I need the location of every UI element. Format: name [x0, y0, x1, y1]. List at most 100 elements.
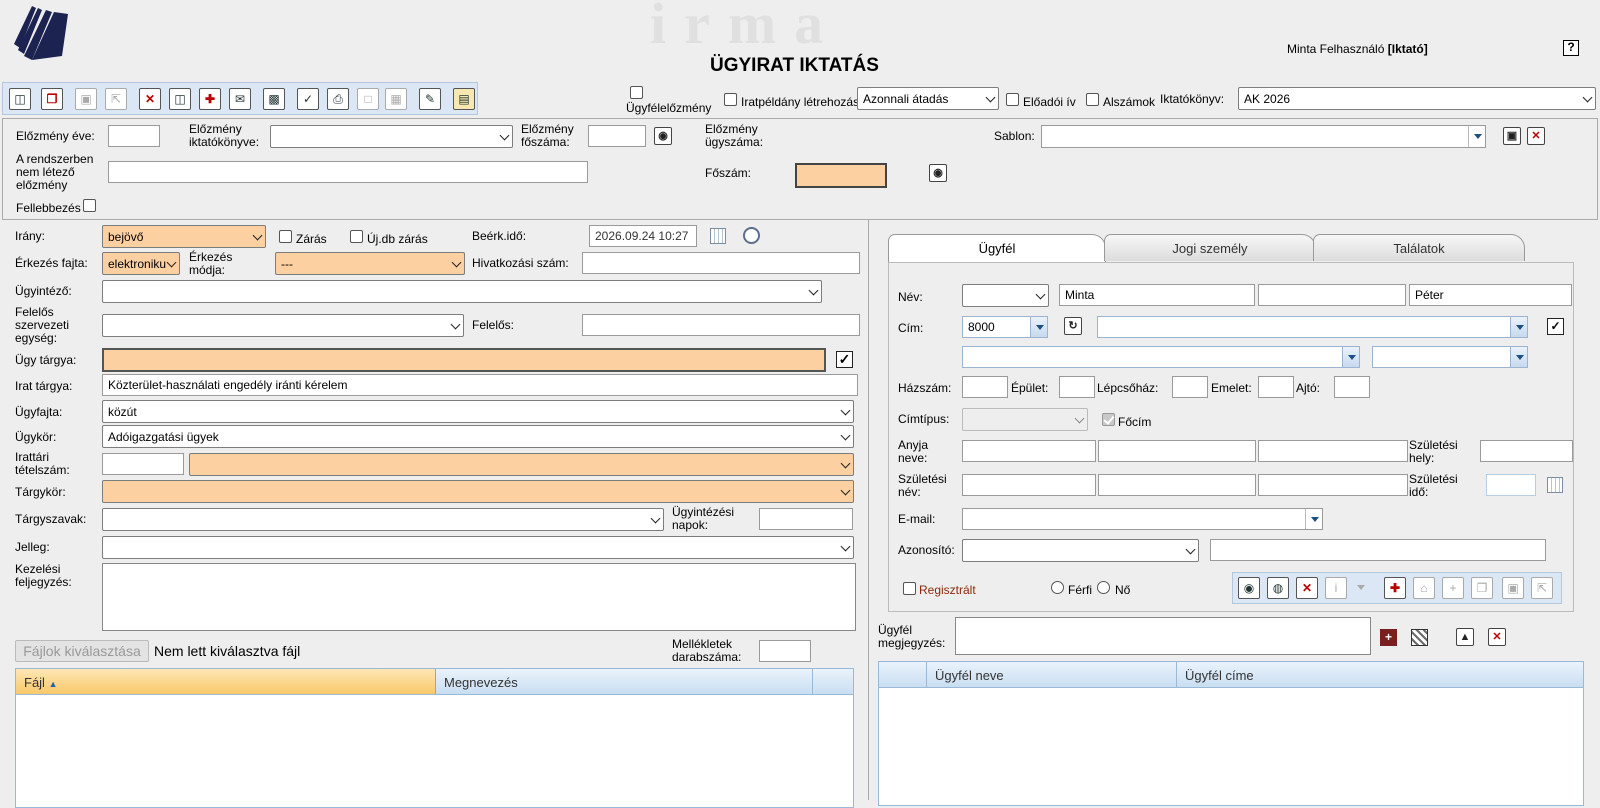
help-button[interactable]: ?	[1563, 40, 1579, 56]
ugyfajta-select[interactable]: közút	[102, 400, 854, 423]
client-clear-icon[interactable]: ✕	[1296, 577, 1318, 599]
emelet-input[interactable]	[1258, 376, 1294, 398]
client-copy-disabled-icon[interactable]: ❐	[1471, 577, 1493, 599]
zaras-checkbox[interactable]	[279, 230, 292, 243]
city-dropdown-icon[interactable]	[1510, 317, 1527, 337]
column-ugyfel-neve[interactable]: Ügyfél neve	[927, 662, 1177, 687]
client-export-disabled-icon[interactable]: ⇱	[1531, 577, 1553, 599]
anyja-neve-input-3[interactable]	[1258, 440, 1408, 462]
save-disabled-icon[interactable]: ▣	[75, 88, 97, 110]
tab-ugyfel[interactable]: Ügyfél	[888, 234, 1106, 262]
hivatkozasi-szam-input[interactable]	[582, 252, 860, 274]
regisztralt-checkbox[interactable]	[903, 582, 916, 595]
irattari-input[interactable]	[102, 453, 184, 475]
epulet-input[interactable]	[1059, 376, 1095, 398]
atadas-select[interactable]: Azonnali átadás	[857, 87, 999, 110]
sablon-input[interactable]	[1041, 125, 1486, 148]
lepcsohaz-input[interactable]	[1172, 376, 1208, 398]
client-add-address-disabled-icon[interactable]: +	[1442, 577, 1464, 599]
ugykor-select[interactable]: Adóigazgatási ügyek	[102, 425, 854, 448]
tab-jogi-szemely[interactable]: Jogi személy	[1104, 234, 1316, 261]
ugyfelelozmeny-checkbox[interactable]	[630, 86, 643, 99]
window-disabled-icon[interactable]: □	[357, 88, 379, 110]
clock-icon[interactable]	[743, 227, 760, 244]
anyja-neve-input-2[interactable]	[1098, 440, 1256, 462]
remove-client-icon[interactable]: ✕	[1488, 628, 1506, 646]
nev-last-input[interactable]: Péter	[1409, 284, 1572, 306]
ferfi-radio[interactable]	[1051, 581, 1064, 594]
erkezes-fajta-select[interactable]: elektroniku	[102, 252, 180, 275]
save-template-icon[interactable]: ▣	[1503, 127, 1521, 145]
move-up-icon[interactable]: ▲	[1456, 628, 1474, 646]
targyszavak-select[interactable]	[102, 508, 664, 531]
ugy-targya-input[interactable]	[102, 348, 826, 372]
nev-prefix-select[interactable]	[962, 284, 1049, 307]
street-dropdown-icon[interactable]	[1342, 347, 1359, 367]
kezelesi-textarea[interactable]	[102, 563, 856, 631]
print-icon[interactable]: ⎙	[327, 88, 349, 110]
template-icon[interactable]: ▩	[263, 88, 285, 110]
column-fajl[interactable]: Fájl ▲	[16, 669, 436, 694]
elozmeny-eve-input[interactable]	[108, 125, 160, 147]
clear-template-icon[interactable]: ✕	[1527, 127, 1545, 145]
cimtipus-select[interactable]	[962, 408, 1088, 431]
street-input[interactable]	[962, 346, 1360, 368]
szuletesi-nev-input-2[interactable]	[1098, 474, 1256, 496]
client-search-advanced-icon[interactable]: ◍	[1267, 577, 1289, 599]
irat-targya-input[interactable]: Közterület-használati engedély iránti ké…	[102, 374, 858, 396]
grid-disabled-icon[interactable]: ▦	[385, 88, 407, 110]
uj-db-zaras-checkbox[interactable]	[350, 230, 363, 243]
foszam-search-icon[interactable]: ◉	[929, 164, 947, 182]
nev-middle-input[interactable]	[1258, 284, 1406, 306]
column-megnevezes[interactable]: Megnevezés	[436, 669, 813, 694]
beerk-ido-input[interactable]: 2026.09.24 10:27	[589, 225, 697, 247]
add-folder-icon[interactable]: ✚	[199, 88, 221, 110]
client-info-disabled-icon[interactable]: i	[1325, 577, 1347, 599]
irattari-select[interactable]	[189, 453, 854, 476]
targykor-select[interactable]	[102, 480, 854, 503]
eloadoi-iv-checkbox[interactable]	[1006, 93, 1019, 106]
street-type-input[interactable]	[1372, 346, 1528, 368]
address-edit-icon[interactable]: ✓	[1547, 318, 1564, 335]
azonosito-input[interactable]	[1210, 539, 1546, 561]
cim-city-input[interactable]	[1097, 316, 1528, 338]
folder-icon[interactable]: ◫	[169, 88, 191, 110]
calendar-icon[interactable]	[710, 228, 726, 244]
iratpeldany-checkbox[interactable]	[724, 93, 737, 106]
client-home-disabled-icon[interactable]: ⌂	[1413, 577, 1435, 599]
copy-red-icon[interactable]: ❐	[41, 88, 63, 110]
fajlok-button[interactable]: Fájlok kiválasztása	[15, 640, 149, 662]
client-add-icon[interactable]: ✚	[1384, 577, 1406, 599]
felelos-szerv-select[interactable]	[102, 314, 464, 337]
add-client-grid-icon[interactable]	[1411, 629, 1428, 646]
fellebbezes-checkbox[interactable]	[83, 199, 96, 212]
email-dropdown-icon[interactable]	[1305, 509, 1322, 529]
refresh-icon[interactable]: ↻	[1064, 317, 1082, 335]
ugy-targya-check-icon[interactable]: ✓	[836, 351, 853, 368]
foszam-input[interactable]	[795, 163, 887, 188]
elozmeny-foszama-input[interactable]	[588, 125, 646, 147]
mellekletek-input[interactable]	[759, 640, 811, 662]
edit-image-icon[interactable]: ✎	[419, 88, 441, 110]
szuletesi-nev-input-3[interactable]	[1258, 474, 1408, 496]
ugyintezo-select[interactable]	[102, 280, 822, 303]
delete-icon[interactable]: ✕	[139, 88, 161, 110]
felelos-input[interactable]	[582, 314, 860, 336]
nev-first-input[interactable]: Minta	[1059, 284, 1255, 306]
birth-calendar-icon[interactable]	[1547, 477, 1563, 493]
zip-dropdown-icon[interactable]	[1030, 317, 1047, 337]
iktatokonyv-select[interactable]: AK 2026	[1238, 87, 1596, 110]
szuletesi-ido-input[interactable]	[1486, 474, 1536, 496]
client-dropdown-disabled-icon[interactable]	[1357, 585, 1365, 590]
alszamok-checkbox[interactable]	[1086, 93, 1099, 106]
package-icon[interactable]: ▤	[453, 88, 475, 110]
open-book-icon[interactable]: ◫	[9, 88, 31, 110]
client-save-disabled-icon[interactable]: ▣	[1502, 577, 1524, 599]
focim-checkbox[interactable]	[1102, 413, 1115, 426]
erkezes-modja-select[interactable]: ---	[275, 252, 465, 275]
nem-letezo-input[interactable]	[108, 161, 588, 183]
binoculars-search-icon[interactable]: ◉	[654, 127, 672, 145]
email-input[interactable]	[962, 508, 1323, 530]
szuletesi-hely-input[interactable]	[1480, 440, 1573, 462]
hazszam-input[interactable]	[962, 376, 1008, 398]
